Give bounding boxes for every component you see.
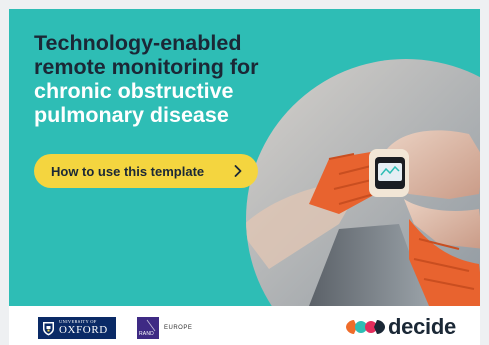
decide-wordmark: decide	[388, 314, 456, 339]
title-line-3: chronic obstructive	[34, 79, 234, 103]
partner-logos-footer: UNIVERSITY OF OXFORD RAND EUROPE decide	[9, 306, 480, 345]
how-to-use-template-button[interactable]: How to use this template	[34, 154, 258, 188]
rand-region-text: EUROPE	[164, 325, 193, 331]
rand-mark-text: RAND	[139, 331, 154, 337]
oxford-crest-icon	[43, 321, 54, 335]
how-to-use-template-label: How to use this template	[51, 163, 205, 179]
university-of-oxford-logo: UNIVERSITY OF OXFORD	[38, 317, 116, 339]
template-card: Technology-enabled remote monitoring for…	[9, 9, 480, 345]
page-title: Technology-enabled remote monitoring for…	[34, 31, 324, 127]
decide-dots-icon	[346, 320, 385, 334]
rand-europe-logo: RAND EUROPE	[137, 317, 192, 339]
hero-banner: Technology-enabled remote monitoring for…	[9, 9, 480, 306]
rand-mark: RAND	[137, 317, 159, 339]
title-line-2: remote monitoring for	[34, 55, 259, 79]
oxford-large-text: OXFORD	[59, 323, 108, 336]
title-line-4: pulmonary disease	[34, 103, 229, 127]
title-line-1: Technology-enabled	[34, 31, 242, 55]
decide-logo: decide	[344, 314, 456, 340]
chevron-right-icon	[232, 164, 244, 178]
